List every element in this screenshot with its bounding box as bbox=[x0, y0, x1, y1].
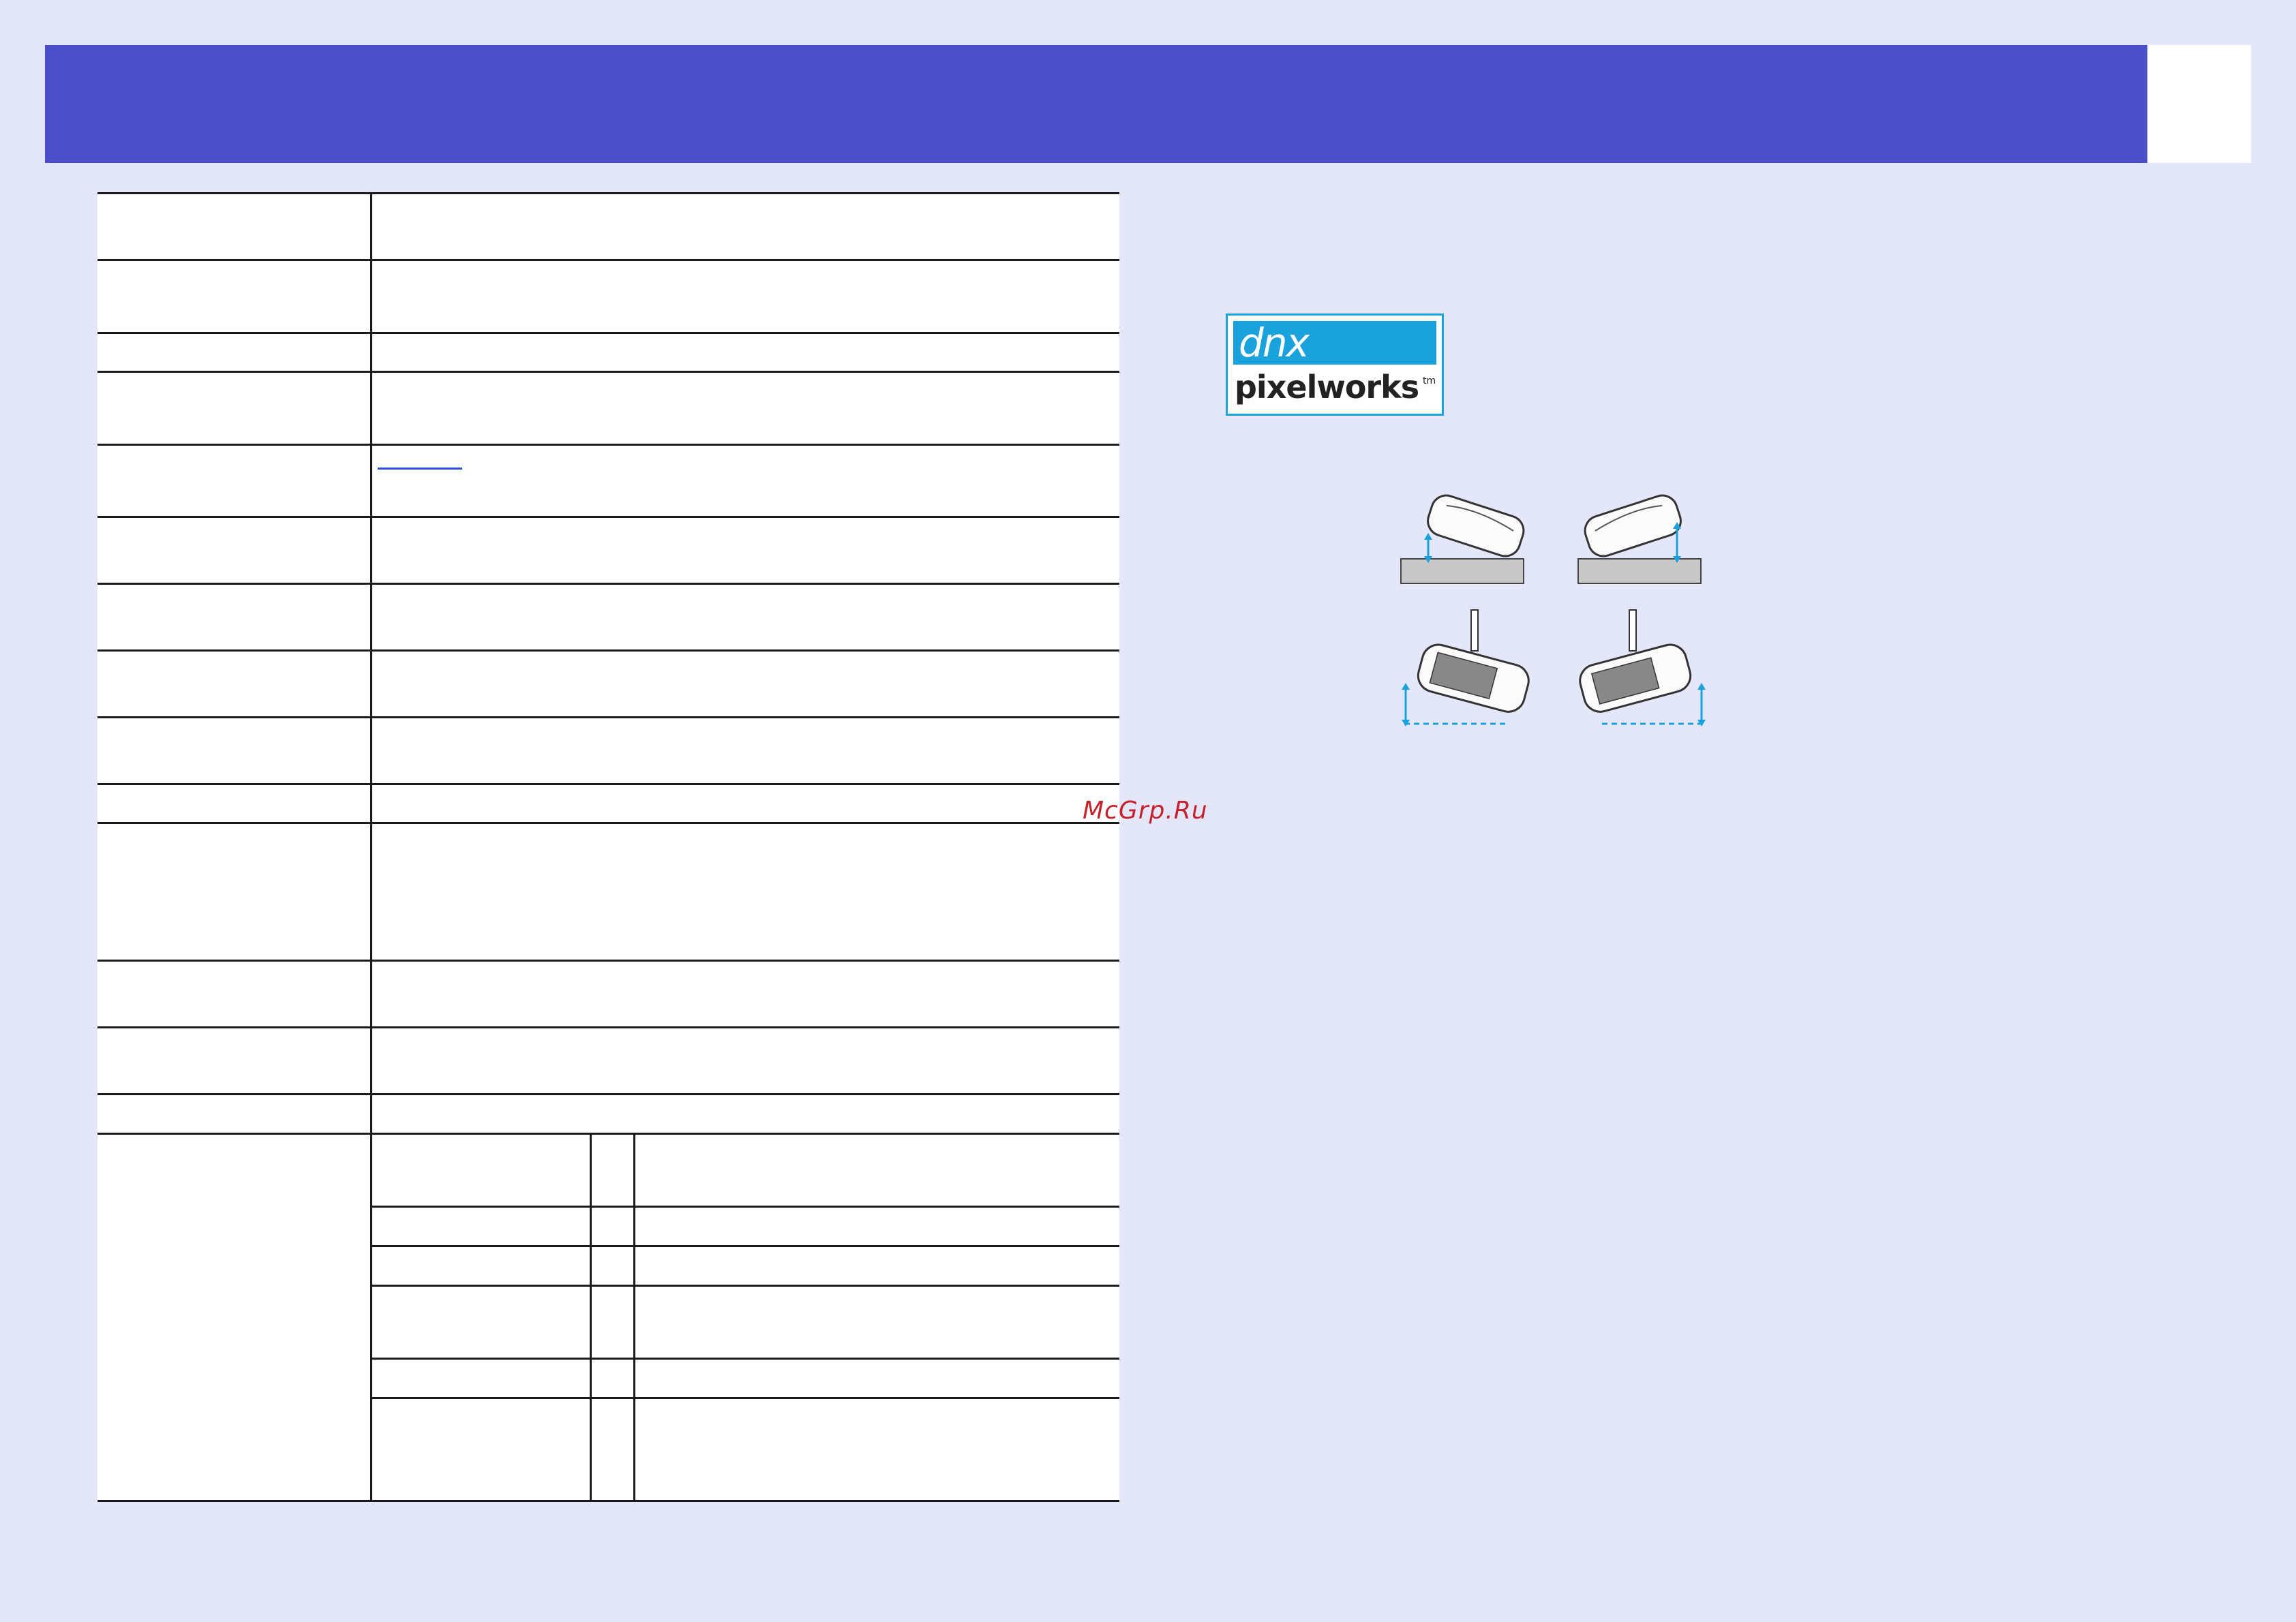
table-rule bbox=[97, 332, 1119, 334]
projector-ceiling-front-icon bbox=[1402, 609, 1530, 726]
table-rule bbox=[97, 583, 1119, 585]
page-number-tab bbox=[2147, 45, 2251, 163]
header-bar bbox=[45, 45, 2147, 163]
logo-pixelworks-text: pixelworks bbox=[1235, 369, 1419, 406]
table-rule bbox=[97, 1026, 1119, 1028]
table-rule bbox=[97, 1500, 1119, 1502]
table-rule bbox=[97, 1133, 1119, 1135]
spec-table bbox=[97, 192, 1119, 1502]
table-rule bbox=[372, 1206, 1119, 1208]
table-rule bbox=[633, 1133, 635, 1502]
table-rule bbox=[97, 649, 1119, 652]
table-rule bbox=[97, 371, 1119, 373]
table-rule bbox=[97, 960, 1119, 962]
table-rule bbox=[372, 1245, 1119, 1247]
table-rule bbox=[372, 1358, 1119, 1360]
projector-tilt-diagram bbox=[1400, 494, 1706, 726]
table-rule bbox=[97, 783, 1119, 785]
projector-ceiling-back-icon bbox=[1579, 609, 1706, 726]
table-rule bbox=[97, 516, 1119, 518]
table-rule bbox=[97, 716, 1119, 718]
logo-dnx-text: dnx bbox=[1233, 321, 1436, 365]
table-rule bbox=[372, 1397, 1119, 1399]
watermark-text: McGrp.Ru bbox=[1083, 797, 1208, 825]
spec-link[interactable] bbox=[378, 451, 462, 470]
table-rule bbox=[97, 1093, 1119, 1095]
table-rule bbox=[97, 259, 1119, 261]
table-rule bbox=[370, 192, 372, 1502]
projector-tilt-front-icon bbox=[1400, 494, 1525, 584]
table-rule bbox=[97, 444, 1119, 446]
table-rule bbox=[590, 1133, 592, 1502]
pixelworks-dnx-logo: dnx pixelworks tm bbox=[1226, 313, 1444, 416]
table-rule bbox=[97, 822, 1119, 824]
logo-tm-mark: tm bbox=[1423, 376, 1436, 386]
table-rule bbox=[97, 192, 1119, 194]
table-rule bbox=[372, 1285, 1119, 1287]
projector-tilt-back-icon bbox=[1577, 494, 1702, 584]
